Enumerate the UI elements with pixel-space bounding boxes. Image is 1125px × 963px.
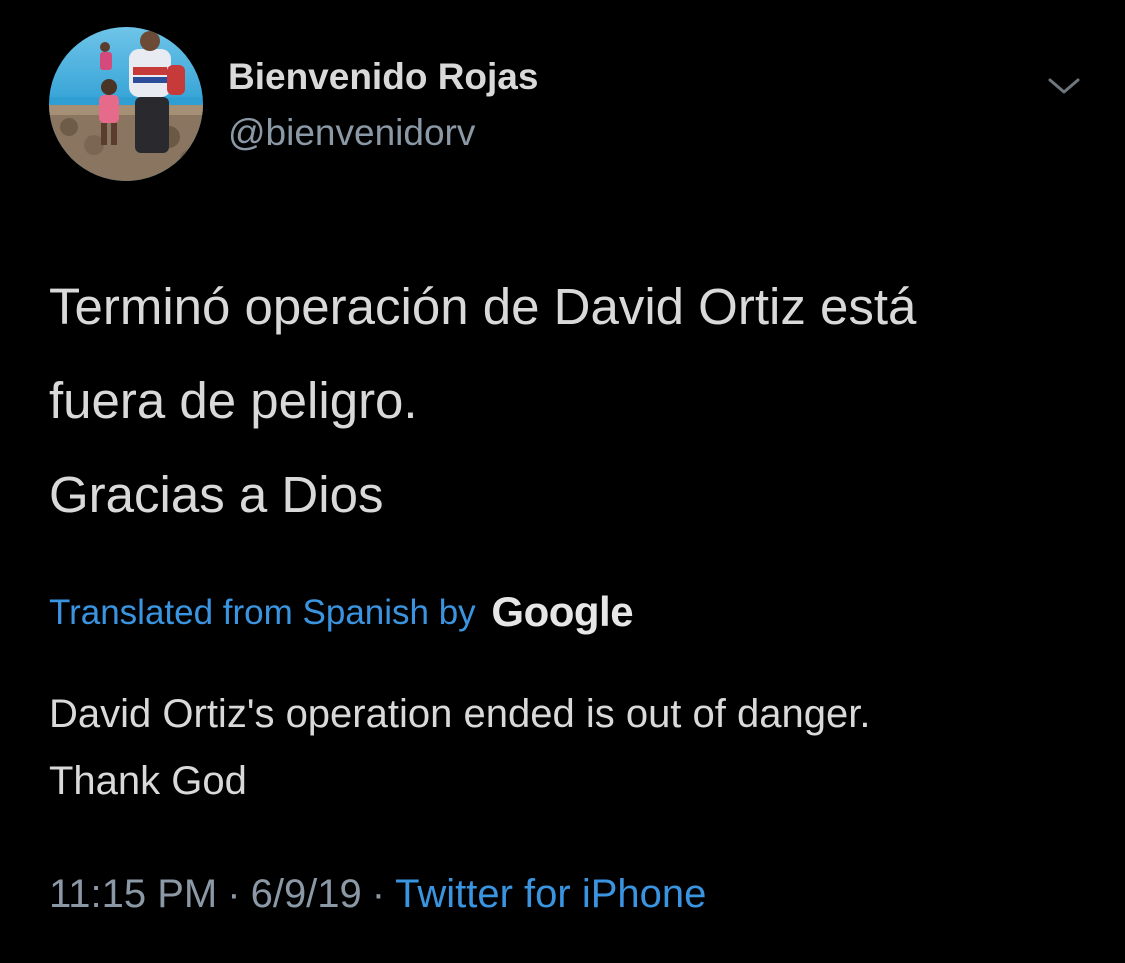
tweet-source-link[interactable]: Twitter for iPhone — [395, 872, 706, 916]
tweet-text-line: Gracias a Dios — [49, 466, 384, 523]
translation-text-line: David Ortiz's operation ended is out of … — [49, 692, 871, 736]
avatar-photo — [49, 27, 203, 181]
tweet-menu-button[interactable] — [1036, 64, 1092, 108]
meta-separator: · — [227, 872, 241, 916]
tweet-metadata: 11:15 PM · 6/9/19 · Twitter for iPhone — [49, 872, 706, 917]
avatar[interactable] — [49, 27, 203, 181]
tweet-date: 6/9/19 — [250, 872, 362, 916]
author-handle[interactable]: @bienvenidorv — [228, 112, 475, 154]
chevron-down-icon — [1048, 78, 1080, 94]
translation-attribution: Translated from Spanish by Google — [49, 588, 634, 636]
translation-text-line: Thank God — [49, 759, 247, 803]
tweet-time: 11:15 PM — [49, 872, 218, 916]
google-logo: Google — [491, 588, 634, 635]
author-display-name[interactable]: Bienvenido Rojas — [228, 56, 538, 98]
translation-text: David Ortiz's operation ended is out of … — [49, 681, 870, 815]
translated-from-link[interactable]: Translated from Spanish by — [49, 593, 476, 632]
tweet-text-line: Terminó operación de David Ortiz está — [49, 278, 917, 335]
tweet-text-line: fuera de peligro. — [49, 372, 418, 429]
meta-separator: · — [371, 872, 386, 916]
tweet-detail: Bienvenido Rojas @bienvenidorv Terminó o… — [0, 0, 1125, 963]
tweet-text: Terminó operación de David Ortiz está fu… — [49, 260, 1099, 542]
